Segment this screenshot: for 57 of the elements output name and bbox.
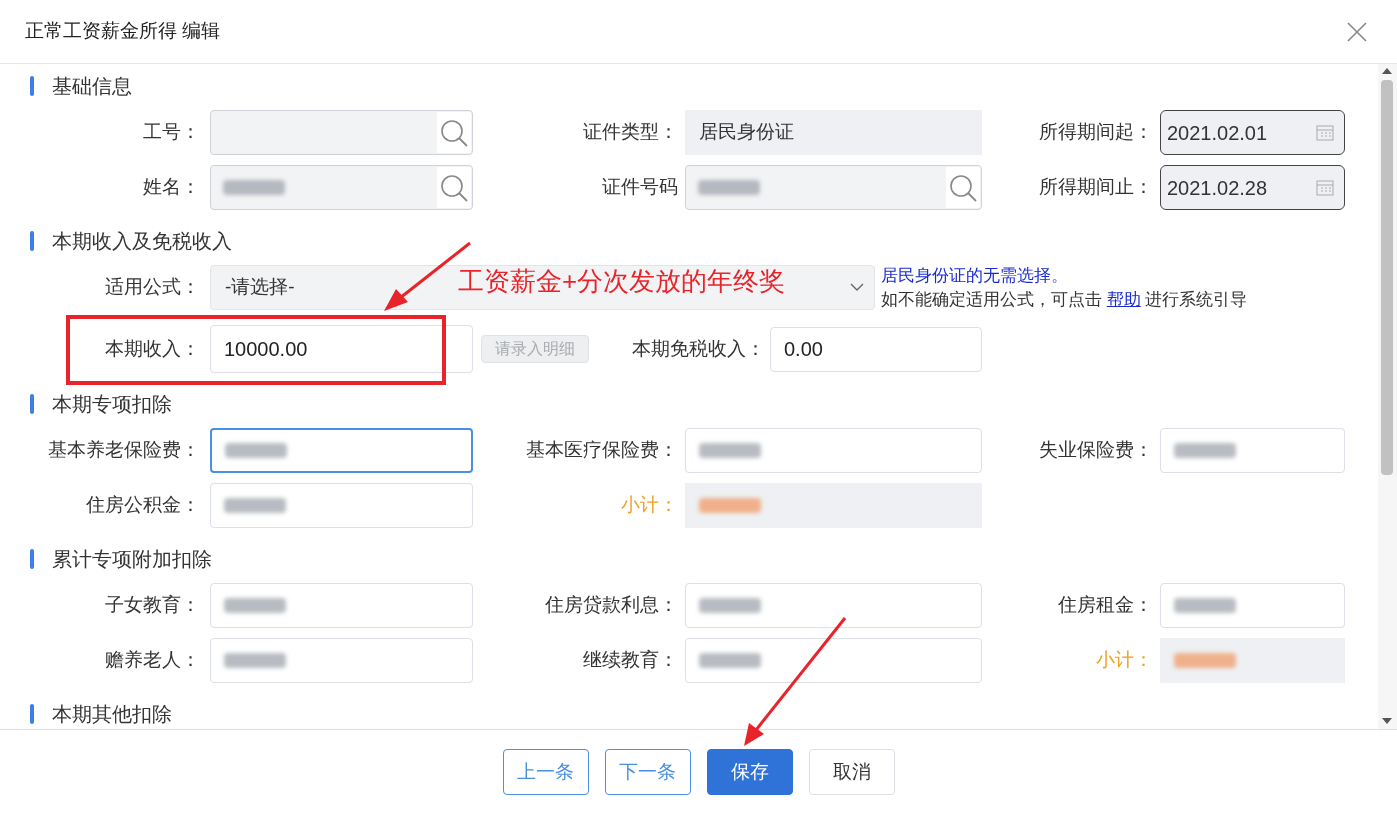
- field-label: 证件号码: [602, 175, 678, 200]
- field-label: 住房贷款利息：: [545, 593, 678, 618]
- scrollbar[interactable]: [1378, 64, 1397, 729]
- section-title: 累计专项附加扣除: [52, 547, 212, 572]
- calendar-icon: [1316, 124, 1334, 141]
- hint-text: 居民身份证的无需选择。: [881, 264, 1069, 287]
- field-label: 所得期间止：: [1039, 175, 1153, 200]
- section-marker: [30, 704, 34, 724]
- input-field[interactable]: 10000.00: [210, 325, 473, 373]
- field-label: 基本养老保险费：: [48, 438, 200, 463]
- lookup-field[interactable]: [685, 165, 982, 210]
- field-label: 基本医疗保险费：: [526, 438, 678, 463]
- lookup-field[interactable]: [210, 165, 473, 210]
- search-icon: [440, 173, 468, 202]
- field-label: 证件类型：: [583, 120, 678, 145]
- field-label: 子女教育：: [105, 593, 200, 618]
- field-label: 工号：: [143, 120, 200, 145]
- section-title: 基础信息: [52, 74, 132, 99]
- field-label: 失业保险费：: [1039, 438, 1153, 463]
- help-link[interactable]: 帮助: [1106, 289, 1141, 309]
- field-label: 继续教育：: [583, 648, 678, 673]
- search-icon: [440, 118, 468, 147]
- field-label: 赡养老人：: [105, 648, 200, 673]
- help-text: 如不能确定适用公式，可点击 帮助 进行系统引导: [881, 288, 1248, 311]
- section-title: 本期收入及免税收入: [52, 229, 232, 254]
- chevron-down-icon: [850, 283, 864, 292]
- search-icon: [949, 173, 977, 202]
- date-field[interactable]: 2021.02.28: [1160, 165, 1345, 210]
- input-field[interactable]: [210, 428, 473, 473]
- field-label: 姓名：: [143, 175, 200, 200]
- scroll-thumb[interactable]: [1381, 80, 1393, 475]
- footer-button[interactable]: 取消: [808, 749, 895, 795]
- section-marker: [30, 394, 34, 414]
- field-label: 本期收入：: [105, 336, 200, 361]
- annotation-text: 工资薪金+分次发放的年终奖: [458, 265, 786, 298]
- field-label: 小计：: [1096, 648, 1153, 673]
- section-marker: [30, 231, 34, 251]
- field-label: 适用公式：: [105, 275, 200, 300]
- date-field[interactable]: 2021.02.01: [1160, 110, 1345, 155]
- lookup-field[interactable]: [210, 110, 473, 155]
- readonly-field: 居民身份证: [685, 110, 982, 155]
- section-marker: [30, 76, 34, 96]
- close-icon[interactable]: [1346, 20, 1368, 43]
- section-title: 本期专项扣除: [52, 392, 172, 417]
- field-label: 本期免税收入：: [632, 336, 765, 361]
- field-label: 住房租金：: [1058, 593, 1153, 618]
- scroll-up-icon[interactable]: [1382, 67, 1392, 74]
- scroll-down-icon[interactable]: [1382, 718, 1392, 725]
- section-marker: [30, 549, 34, 569]
- field-label: 所得期间起：: [1039, 120, 1153, 145]
- field-label: 住房公积金：: [86, 493, 200, 518]
- footer-button[interactable]: 保存: [706, 749, 793, 795]
- input-field[interactable]: 0.00: [770, 326, 982, 372]
- dialog-title: 正常工资薪金所得 编辑: [25, 19, 221, 44]
- calendar-icon: [1316, 179, 1334, 196]
- section-title: 本期其他扣除: [52, 702, 172, 727]
- field-label: 小计：: [621, 493, 678, 518]
